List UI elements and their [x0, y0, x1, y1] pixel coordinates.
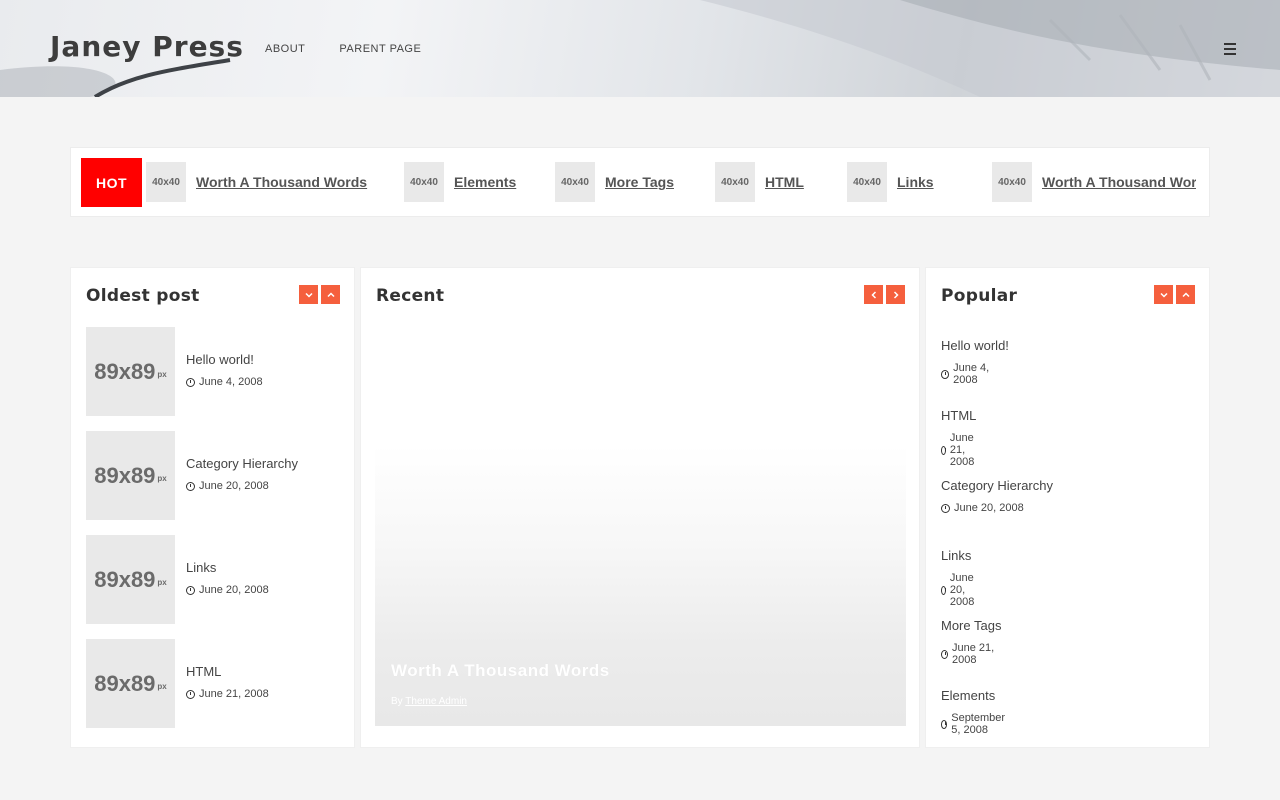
clock-icon	[941, 719, 948, 729]
post-title-link[interactable]: Hello world!	[941, 338, 1009, 353]
ticker-item[interactable]: 40x40 Worth A Thousand Words	[146, 162, 367, 202]
ticker-link[interactable]: HTML	[765, 174, 804, 190]
widget-title: Popular	[941, 286, 1018, 306]
thumbnail-placeholder: 40x40	[847, 162, 887, 202]
ticker-link[interactable]: Elements	[454, 174, 516, 190]
scroll-up-button[interactable]	[321, 285, 340, 304]
clock-icon	[186, 689, 195, 699]
post-title-link[interactable]: HTML	[941, 408, 976, 423]
post-date: September 5, 2008	[941, 712, 1008, 736]
popular-post-widget: Popular Hello world! June 4, 2008 HTML J…	[925, 267, 1210, 748]
ticker-link[interactable]: Links	[897, 174, 934, 190]
scroll-up-button[interactable]	[1176, 285, 1195, 304]
scroll-down-button[interactable]	[299, 285, 318, 304]
post-date: June 21, 2008	[186, 688, 269, 700]
by-label: By	[391, 696, 403, 707]
thumbnail-placeholder: 89x89 px	[86, 535, 175, 624]
list-item[interactable]: Category Hierarchy June 20, 2008	[941, 478, 1053, 514]
thumbnail-placeholder: 89x89 px	[86, 327, 175, 416]
oldest-post-widget: Oldest post 89x89 px Hello world! June 4,…	[70, 267, 355, 748]
post-date: June 20, 2008	[186, 480, 269, 492]
slider-next-button[interactable]	[886, 285, 905, 304]
list-item[interactable]: Elements September 5, 2008	[941, 688, 1005, 736]
ticker-track: 40x40 Worth A Thousand Words 40x40 Eleme…	[146, 162, 1196, 202]
list-item[interactable]: HTML June 21, 2008	[941, 408, 976, 468]
widget-title: Recent	[376, 286, 445, 306]
list-item[interactable]: Links June 20, 2008	[941, 548, 974, 608]
thumbnail-placeholder: 40x40	[146, 162, 186, 202]
list-item[interactable]: 89x89 px Category Hierarchy June 20, 2008	[86, 431, 346, 520]
hot-badge: HOT	[81, 158, 142, 207]
clock-icon	[186, 377, 195, 387]
thumbnail-placeholder: 40x40	[992, 162, 1032, 202]
author-link[interactable]: Theme Admin	[405, 696, 467, 707]
main-nav: About Parent Page	[265, 43, 421, 55]
ticker-item[interactable]: 40x40 Worth A Thousand Words	[992, 162, 1196, 202]
post-title-link[interactable]: HTML	[186, 664, 221, 679]
thumbnail-placeholder: 40x40	[404, 162, 444, 202]
clock-icon	[941, 503, 950, 513]
clock-icon	[941, 445, 946, 455]
clock-icon	[941, 649, 948, 659]
chevron-down-icon	[304, 292, 313, 298]
ticker-item[interactable]: 40x40 More Tags	[555, 162, 674, 202]
list-item[interactable]: More Tags June 21, 2008	[941, 618, 1001, 666]
ticker-item[interactable]: 40x40 Elements	[404, 162, 516, 202]
list-item[interactable]: 89x89 px Links June 20, 2008	[86, 535, 346, 624]
post-title-link[interactable]: More Tags	[941, 618, 1001, 633]
ticker-link[interactable]: Worth A Thousand Words	[196, 174, 367, 190]
post-date: June 4, 2008	[186, 376, 263, 388]
post-date: June 21, 2008	[941, 642, 1001, 666]
post-date: June 20, 2008	[186, 584, 269, 596]
chevron-up-icon	[1181, 291, 1190, 297]
list-item[interactable]: 89x89 px HTML June 21, 2008	[86, 639, 346, 728]
clock-icon	[941, 369, 950, 379]
post-title-link[interactable]: Links	[186, 560, 216, 575]
widget-title: Oldest post	[86, 286, 200, 306]
featured-post-slide[interactable]: Worth A Thousand Words By Theme Admin	[375, 325, 906, 726]
clock-icon	[186, 585, 195, 595]
site-header: Janey Press About Parent Page	[0, 0, 1280, 97]
list-item[interactable]: Hello world! June 4, 2008	[941, 338, 1009, 386]
clock-icon	[186, 481, 195, 491]
ticker-item[interactable]: 40x40 HTML	[715, 162, 804, 202]
post-date: June 21, 2008	[941, 432, 978, 468]
chevron-up-icon	[326, 291, 335, 297]
nav-item-about[interactable]: About	[265, 43, 305, 55]
ticker-item[interactable]: 40x40 Links	[847, 162, 934, 202]
post-date: June 4, 2008	[941, 362, 1009, 386]
thumbnail-placeholder: 89x89 px	[86, 639, 175, 728]
post-date: June 20, 2008	[941, 572, 978, 608]
chevron-right-icon	[893, 290, 899, 299]
ticker-link[interactable]: More Tags	[605, 174, 674, 190]
post-date: June 20, 2008	[941, 502, 1024, 514]
scroll-down-button[interactable]	[1154, 285, 1173, 304]
chevron-left-icon	[870, 290, 876, 299]
nav-item-parent-page[interactable]: Parent Page	[339, 43, 421, 55]
post-title-link[interactable]: Links	[941, 548, 971, 563]
ticker-link[interactable]: Worth A Thousand Words	[1042, 174, 1196, 190]
clock-icon	[941, 585, 946, 595]
site-title[interactable]: Janey Press	[50, 30, 244, 63]
thumbnail-placeholder: 89x89 px	[86, 431, 175, 520]
post-title-link[interactable]: Elements	[941, 688, 995, 703]
slider-prev-button[interactable]	[864, 285, 883, 304]
post-title-link[interactable]: Hello world!	[186, 352, 254, 367]
thumbnail-placeholder: 40x40	[555, 162, 595, 202]
featured-post-title[interactable]: Worth A Thousand Words	[391, 661, 610, 681]
hot-news-ticker: HOT 40x40 Worth A Thousand Words 40x40 E…	[70, 147, 1210, 217]
list-item[interactable]: 89x89 px Hello world! June 4, 2008	[86, 327, 346, 416]
post-title-link[interactable]: Category Hierarchy	[186, 456, 298, 471]
recent-post-widget: Recent Worth A Thousand Words By Theme A…	[360, 267, 920, 748]
thumbnail-placeholder: 40x40	[715, 162, 755, 202]
chevron-down-icon	[1159, 292, 1168, 298]
post-author: By Theme Admin	[391, 696, 467, 707]
post-title-link[interactable]: Category Hierarchy	[941, 478, 1053, 493]
hamburger-menu-icon[interactable]	[1224, 43, 1236, 55]
